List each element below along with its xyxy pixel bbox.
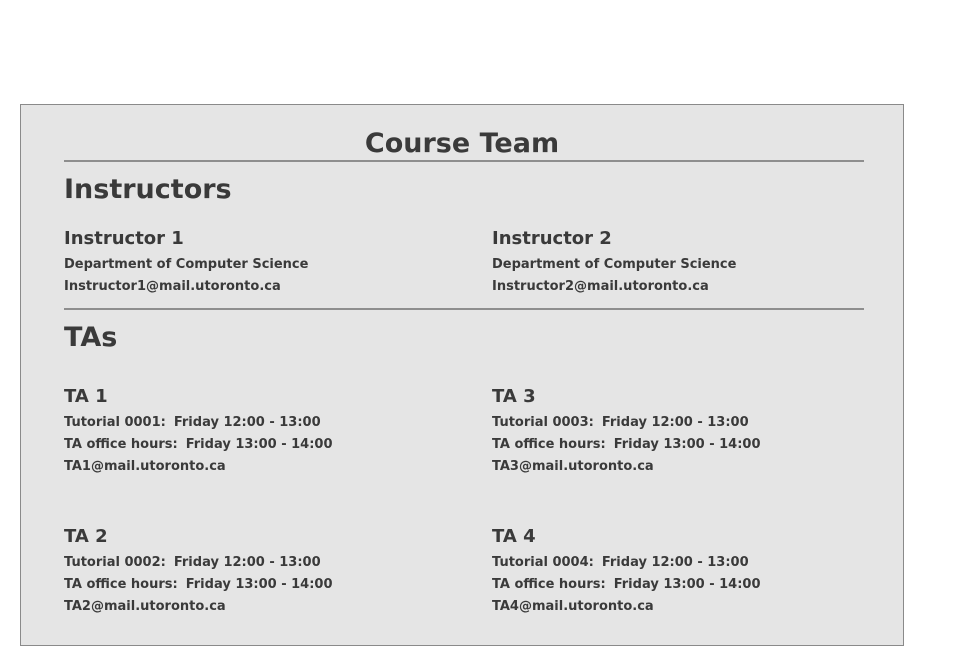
ta-office-hours: TA office hours: Friday 13:00 - 14:00 xyxy=(492,434,872,456)
instructor-email-link[interactable]: Instructor1@mail.utoronto.ca xyxy=(64,279,281,294)
ta-card-3: TA 3 Tutorial 0003: Friday 12:00 - 13:00 … xyxy=(492,386,872,478)
ta-card-4: TA 4 Tutorial 0004: Friday 12:00 - 13:00 … xyxy=(492,526,872,618)
ta-email-link[interactable]: TA1@mail.utoronto.ca xyxy=(64,459,226,474)
ta-name: TA 1 xyxy=(64,386,108,407)
tutorial-label: Tutorial 0003: xyxy=(492,415,594,430)
office-hours-label: TA office hours: xyxy=(492,577,606,592)
instructor-name: Instructor 1 xyxy=(64,228,184,249)
ta-name: TA 2 xyxy=(64,526,108,547)
office-hours-label: TA office hours: xyxy=(492,437,606,452)
ta-email-link[interactable]: TA2@mail.utoronto.ca xyxy=(64,599,226,614)
office-hours-time: Friday 13:00 - 14:00 xyxy=(185,577,333,592)
instructor-department: Department of Computer Science xyxy=(492,257,737,272)
ta-tutorial: Tutorial 0004: Friday 12:00 - 13:00 xyxy=(492,552,872,574)
ta-tutorial: Tutorial 0003: Friday 12:00 - 13:00 xyxy=(492,412,872,434)
instructor-card-1: Instructor 1 Department of Computer Scie… xyxy=(64,228,444,298)
office-hours-time: Friday 13:00 - 14:00 xyxy=(613,437,761,452)
ta-card-2: TA 2 Tutorial 0002: Friday 12:00 - 13:00 … xyxy=(64,526,444,618)
ta-office-hours: TA office hours: Friday 13:00 - 14:00 xyxy=(492,574,872,596)
ta-name: TA 4 xyxy=(492,526,536,547)
tutorial-time: Friday 12:00 - 13:00 xyxy=(601,415,749,430)
ta-office-hours: TA office hours: Friday 13:00 - 14:00 xyxy=(64,574,444,596)
tutorial-time: Friday 12:00 - 13:00 xyxy=(173,415,321,430)
tutorial-label: Tutorial 0004: xyxy=(492,555,594,570)
office-hours-time: Friday 13:00 - 14:00 xyxy=(613,577,761,592)
instructors-divider xyxy=(64,308,864,310)
tas-heading: TAs xyxy=(64,322,118,353)
tutorial-time: Friday 12:00 - 13:00 xyxy=(601,555,749,570)
ta-email-link[interactable]: TA3@mail.utoronto.ca xyxy=(492,459,654,474)
ta-office-hours: TA office hours: Friday 13:00 - 14:00 xyxy=(64,434,444,456)
instructor-name: Instructor 2 xyxy=(492,228,612,249)
ta-email-link[interactable]: TA4@mail.utoronto.ca xyxy=(492,599,654,614)
page-title: Course Team xyxy=(364,128,560,159)
course-team-panel: Course Team Instructors Instructor 1 Dep… xyxy=(20,104,904,646)
ta-card-1: TA 1 Tutorial 0001: Friday 12:00 - 13:00 … xyxy=(64,386,444,478)
office-hours-time: Friday 13:00 - 14:00 xyxy=(185,437,333,452)
instructors-heading: Instructors xyxy=(64,174,232,205)
office-hours-label: TA office hours: xyxy=(64,577,178,592)
tutorial-time: Friday 12:00 - 13:00 xyxy=(173,555,321,570)
instructor-department: Department of Computer Science xyxy=(64,257,309,272)
ta-tutorial: Tutorial 0001: Friday 12:00 - 13:00 xyxy=(64,412,444,434)
office-hours-label: TA office hours: xyxy=(64,437,178,452)
instructor-email-link[interactable]: Instructor2@mail.utoronto.ca xyxy=(492,279,709,294)
title-divider xyxy=(64,160,864,162)
tutorial-label: Tutorial 0001: xyxy=(64,415,166,430)
tutorial-label: Tutorial 0002: xyxy=(64,555,166,570)
instructor-card-2: Instructor 2 Department of Computer Scie… xyxy=(492,228,872,298)
ta-tutorial: Tutorial 0002: Friday 12:00 - 13:00 xyxy=(64,552,444,574)
ta-name: TA 3 xyxy=(492,386,536,407)
